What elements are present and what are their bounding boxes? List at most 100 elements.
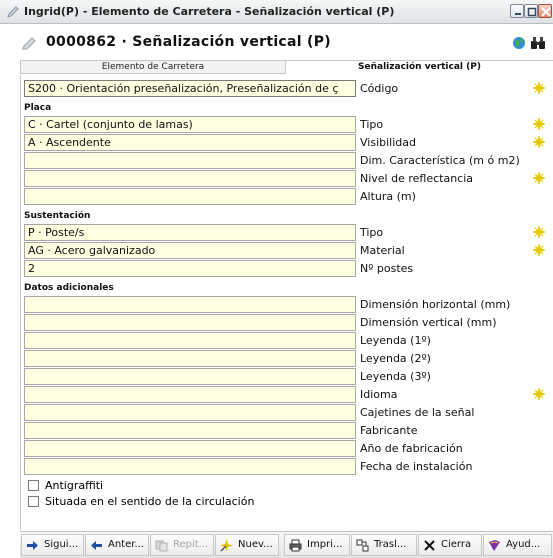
anterior-button[interactable]: Anter... [85,534,149,556]
placa-reflectancia-field[interactable] [24,170,356,187]
bottom-toolbar: Sigui... Anter... Repit... Nuev... Impri… [20,531,553,558]
required-star-icon [533,136,545,148]
codigo-row: S200 · Orientación preseñalización, Pres… [24,80,553,98]
placa-altura-label: Altura (m) [360,190,416,203]
maximize-button[interactable] [524,4,538,18]
maximize-icon [527,7,537,17]
placa-tipo-field[interactable]: C · Cartel (conjunto de lamas) [24,116,356,133]
datos-fabricante-label: Fabricante [360,424,418,437]
ayuda-button[interactable]: Ayud... [483,534,552,556]
sentido-circulacion-checkbox[interactable] [28,496,39,507]
ayuda-label: Ayud... [506,539,541,550]
datos-fabricante-field[interactable] [24,422,356,439]
imprimir-label: Impri... [307,539,343,550]
required-star-icon [533,226,545,238]
siguiente-button[interactable]: Sigui... [21,534,84,556]
datos-leyenda3-label: Leyenda (3º) [360,370,431,383]
sustentacion-material-label: Material [360,244,405,257]
trasladar-button[interactable]: Trasl... [351,534,417,556]
antigraffiti-checkbox[interactable] [28,480,39,491]
sustentacion-row: P · Poste/s Tipo [24,224,553,242]
printer-icon [289,539,302,552]
datos-ano-fabricacion-field[interactable] [24,440,356,457]
datos-row: Cajetines de la señal [24,404,553,422]
placa-row: Nivel de reflectancia [24,170,553,188]
required-star-icon [533,118,545,130]
placa-tipo-label: Tipo [360,118,384,131]
help-book-icon [489,540,500,551]
placa-dim-label: Dim. Característica (m ó m2) [360,154,520,167]
arrow-right-icon [27,541,38,550]
move-icon [356,539,369,552]
repetir-button[interactable]: Repit... [150,534,214,556]
datos-row: Leyenda (2º) [24,350,553,368]
placa-row: A · Ascendente Visibilidad [24,134,553,152]
datos-dim-vertical-field[interactable] [24,314,356,331]
tab-elemento-carretera[interactable]: Elemento de Carretera [20,60,286,74]
codigo-field[interactable]: S200 · Orientación preseñalización, Pres… [24,80,356,97]
binoculars-icon[interactable] [530,36,546,50]
cerrar-label: Cierra [441,539,472,550]
repeat-icon [155,540,168,552]
required-star-icon [533,244,545,256]
section-datos-adicionales: Datos adicionales [24,283,114,293]
datos-fecha-instalacion-label: Fecha de instalación [360,460,473,473]
placa-row: Dim. Característica (m ó m2) [24,152,553,170]
datos-row: Dimensión vertical (mm) [24,314,553,332]
imprimir-button[interactable]: Impri... [284,534,350,556]
required-star-icon [533,82,545,94]
record-title: 0000862 · Señalización vertical (P) [46,34,331,50]
placa-dim-field[interactable] [24,152,356,169]
datos-idioma-field[interactable] [24,386,356,403]
datos-row: Idioma [24,386,553,404]
minimize-button[interactable] [510,4,524,18]
sustentacion-material-field[interactable]: AG · Acero galvanizado [24,242,356,259]
datos-row: Fecha de instalación [24,458,553,476]
section-sustentacion: Sustentación [24,211,91,221]
nuevo-button[interactable]: Nuev... [215,534,279,556]
sustentacion-postes-field[interactable]: 2 [24,260,356,277]
window-title: Ingrid(P) - Elemento de Carretera - Seña… [24,5,395,18]
datos-dim-vertical-label: Dimensión vertical (mm) [360,316,497,329]
datos-row: Leyenda (1º) [24,332,553,350]
tab-senalizacion-vertical[interactable]: Señalización vertical (P) [286,60,553,74]
siguiente-label: Sigui... [44,539,79,550]
required-star-icon [533,172,545,184]
sustentacion-row: AG · Acero galvanizado Material [24,242,553,260]
datos-ano-fabricacion-label: Año de fabricación [360,442,463,455]
title-bar: Ingrid(P) - Elemento de Carretera - Seña… [0,0,553,24]
sustentacion-tipo-label: Tipo [360,226,384,239]
sustentacion-row: 2 Nº postes [24,260,553,278]
datos-cajetines-field[interactable] [24,404,356,421]
sentido-circulacion-checkbox-row[interactable]: Situada en el sentido de la circulación [28,494,328,510]
close-window-button[interactable] [538,4,552,18]
cerrar-button[interactable]: Cierra [418,534,482,556]
datos-row: Dimensión horizontal (mm) [24,296,553,314]
record-header: 0000862 · Señalización vertical (P) [0,24,553,60]
datos-fecha-instalacion-field[interactable] [24,458,356,475]
datos-row: Año de fabricación [24,440,553,458]
datos-leyenda1-field[interactable] [24,332,356,349]
datos-idioma-label: Idioma [360,388,398,401]
datos-leyenda2-label: Leyenda (2º) [360,352,431,365]
placa-row: Altura (m) [24,188,553,206]
placa-visibilidad-label: Visibilidad [360,136,416,149]
sustentacion-tipo-field[interactable]: P · Poste/s [24,224,356,241]
datos-row: Leyenda (3º) [24,368,553,386]
trasladar-label: Trasl... [374,539,407,550]
minimize-icon [515,13,521,15]
tab-bar: Elemento de Carretera Señalización verti… [20,60,553,74]
new-star-icon [220,539,233,552]
placa-row: C · Cartel (conjunto de lamas) Tipo [24,116,553,134]
datos-dim-horizontal-field[interactable] [24,296,356,313]
pencil-icon [22,37,36,50]
antigraffiti-checkbox-row[interactable]: Antigraffiti [28,478,228,494]
anterior-label: Anter... [108,539,144,550]
close-icon [541,7,551,17]
placa-altura-field[interactable] [24,188,356,205]
datos-leyenda3-field[interactable] [24,368,356,385]
datos-leyenda2-field[interactable] [24,350,356,367]
placa-visibilidad-field[interactable]: A · Ascendente [24,134,356,151]
sentido-circulacion-label: Situada en el sentido de la circulación [45,495,255,508]
globe-icon[interactable] [512,36,526,50]
